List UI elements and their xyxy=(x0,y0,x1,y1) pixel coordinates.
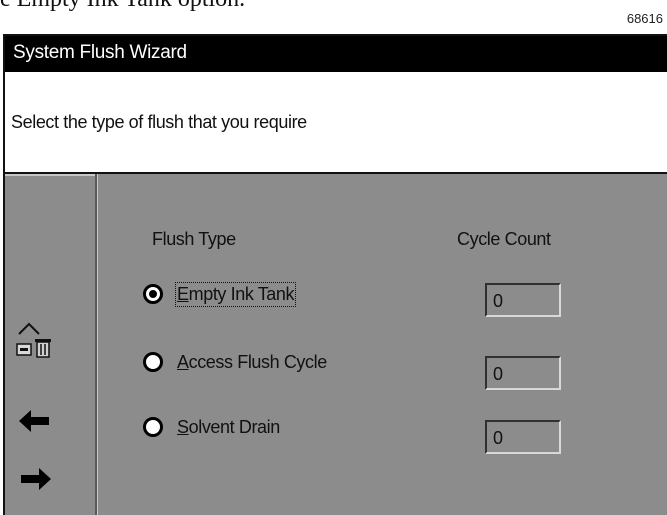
radio-solvent-drain[interactable]: Solvent Drain xyxy=(143,413,280,441)
flush-type-header: Flush Type xyxy=(152,229,236,249)
option-label: Empty Ink Tank xyxy=(174,281,297,307)
sidebar-edge xyxy=(5,174,95,176)
radio-empty-ink-tank[interactable]: Empty Ink Tank xyxy=(143,280,297,308)
home-trash-icon[interactable] xyxy=(15,318,55,366)
flush-options-panel: Flush Type Cycle Count Empty Ink Tank 0 … xyxy=(97,174,667,515)
figure-number: 68616 xyxy=(626,11,663,26)
window-title: System Flush Wizard xyxy=(5,36,667,72)
option-label: Access Flush Cycle xyxy=(177,351,327,372)
tool-sidebar xyxy=(5,174,97,515)
cycle-count-solvent-drain: 0 xyxy=(485,420,561,454)
radio-button[interactable] xyxy=(143,417,163,437)
instruction-text: Select the type of flush that you requir… xyxy=(5,72,667,174)
radio-button[interactable] xyxy=(143,352,163,372)
wizard-window: System Flush Wizard Select the type of f… xyxy=(3,34,667,515)
radio-access-flush-cycle[interactable]: Access Flush Cycle xyxy=(143,348,327,376)
arrow-left-icon[interactable] xyxy=(15,406,55,436)
cycle-count-header: Cycle Count xyxy=(457,229,551,249)
cycle-count-empty-ink-tank: 0 xyxy=(485,283,561,317)
arrow-right-icon[interactable] xyxy=(15,464,55,494)
document-text: e Empty Ink Tank option. xyxy=(0,0,245,13)
cycle-count-access-flush-cycle: 0 xyxy=(485,356,561,390)
radio-button-selected[interactable] xyxy=(143,284,163,304)
option-label: Solvent Drain xyxy=(177,416,280,437)
